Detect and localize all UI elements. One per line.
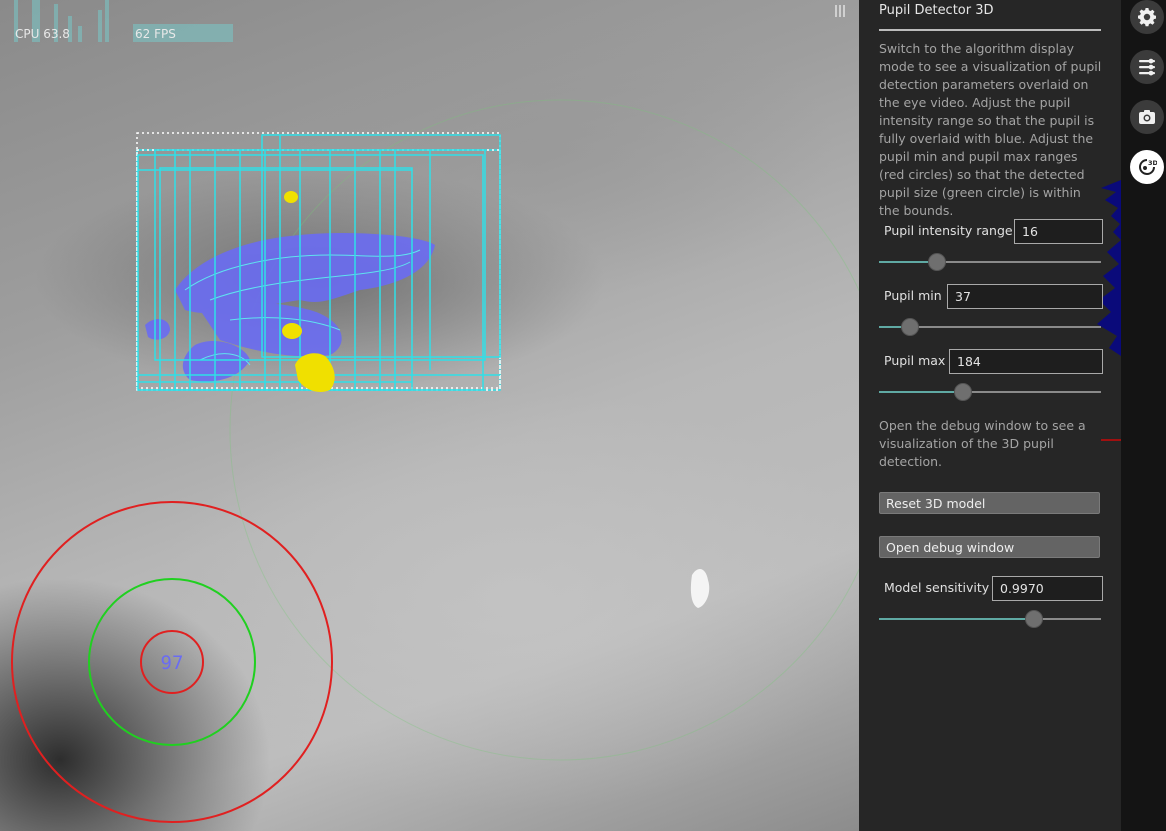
open-debug-window-button[interactable]: Open debug window (879, 536, 1100, 558)
glint-reflection (690, 568, 710, 608)
settings-panel: Pupil Detector 3D Switch to the algorith… (859, 0, 1121, 831)
intensity-label: Pupil intensity range (884, 223, 1013, 238)
pupil-max-input[interactable]: 184 (949, 349, 1103, 374)
pupil-max-label: Pupil max (884, 353, 946, 368)
gear-icon[interactable] (1130, 0, 1164, 34)
fps-label: 62 FPS (135, 27, 176, 41)
debug-text: Open the debug window to see a visualiza… (879, 418, 1086, 469)
title-divider (879, 29, 1101, 31)
slider-thumb[interactable] (927, 253, 946, 271)
slider-thumb[interactable] (954, 383, 973, 401)
3d-eye-icon[interactable]: 3D (1130, 150, 1164, 184)
slider-thumb[interactable] (1025, 610, 1044, 628)
drag-handle-icon[interactable] (835, 5, 845, 17)
eye-video-view[interactable]: 97 CPU 63.8 62 FPS (0, 0, 859, 831)
pupil-min-input[interactable]: 37 (947, 284, 1103, 309)
detection-overlay: 97 (11, 99, 859, 823)
camera-icon[interactable] (1130, 100, 1164, 134)
intro-text: Switch to the algorithm display mode to … (879, 41, 1102, 218)
sensitivity-slider[interactable] (879, 609, 1101, 629)
intensity-input[interactable]: 16 (1014, 219, 1103, 244)
sensitivity-label: Model sensitivity (884, 580, 990, 595)
eye-model-circle (229, 99, 859, 761)
svg-text:3D: 3D (1148, 159, 1157, 167)
slider-thumb[interactable] (901, 318, 920, 336)
pupil-min-label: Pupil min (884, 288, 942, 303)
reset-3d-model-button[interactable]: Reset 3D model (879, 492, 1100, 514)
panel-title: Pupil Detector 3D (879, 3, 994, 18)
cpu-label: CPU 63.8 (15, 27, 70, 41)
pupil-max-slider[interactable] (879, 382, 1101, 402)
intensity-slider[interactable] (879, 252, 1101, 272)
icon-bar: 3D (1121, 0, 1166, 831)
pupil-size-label: 97 (161, 652, 184, 674)
pupil-min-slider[interactable] (879, 317, 1101, 337)
sliders-list-icon[interactable] (1130, 50, 1164, 84)
sensitivity-input[interactable]: 0.9970 (992, 576, 1103, 601)
